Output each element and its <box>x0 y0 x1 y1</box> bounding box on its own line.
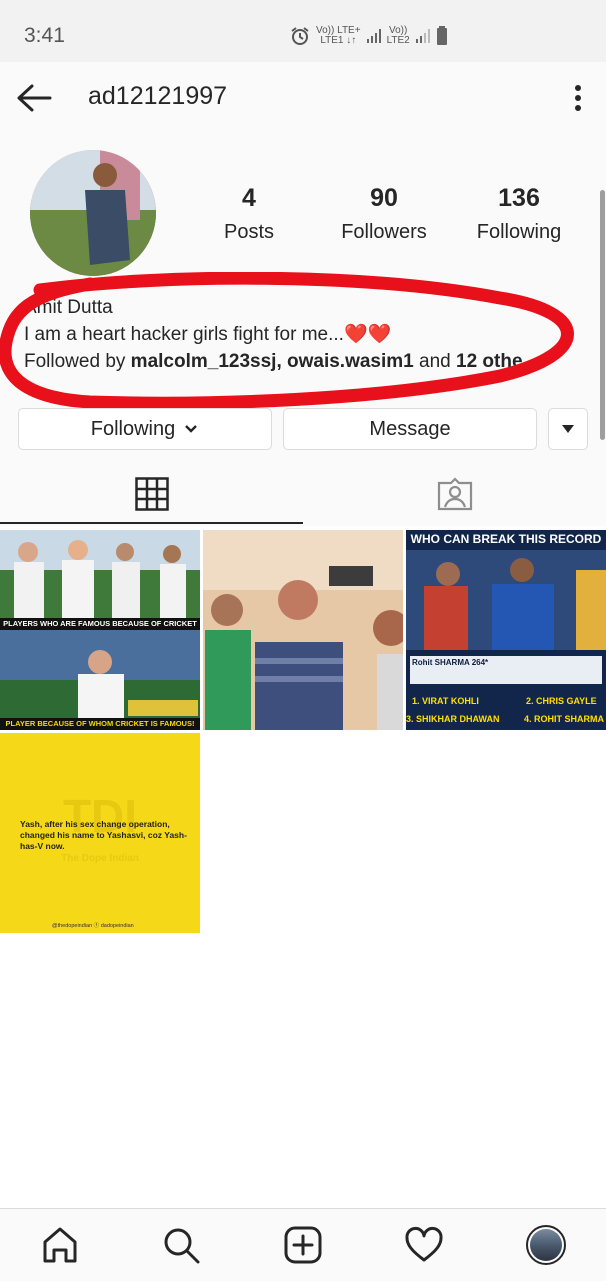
alarm-icon <box>291 27 309 45</box>
bio-text: I am a heart hacker girls fight for me..… <box>24 324 344 345</box>
profile-bio: Amit Dutta I am a heart hacker girls fig… <box>24 294 544 375</box>
post-thumbnail-3[interactable]: WHO CAN BREAK THIS RECORD Rohit SHARMA 2… <box>406 530 606 730</box>
post-1-bottom-caption: PLAYER BECAUSE OF WHOM CRICKET IS FAMOUS… <box>0 718 200 730</box>
avatar-photo <box>30 150 156 276</box>
battery-icon <box>436 26 447 45</box>
following-button[interactable]: Following <box>18 408 272 450</box>
posts-count: 4 <box>242 184 256 212</box>
profile-avatar-large[interactable] <box>30 150 156 276</box>
followers-count: 90 <box>370 184 398 212</box>
add-post-icon[interactable] <box>283 1225 323 1265</box>
profile-tabs <box>0 462 606 526</box>
tab-tagged[interactable] <box>303 462 606 526</box>
post-thumbnail-4[interactable]: TDI The Dope Indian Yash, after his sex … <box>0 733 200 933</box>
grid-icon <box>134 477 169 511</box>
scrollbar[interactable] <box>600 190 605 440</box>
followed-by-users[interactable]: malcolm_123ssj, owais.wasim1 <box>131 351 414 372</box>
profile-avatar[interactable] <box>526 1225 566 1265</box>
post-3-option-3: 3. SHIKHAR DHAWAN <box>406 714 500 724</box>
post-thumbnail-2[interactable] <box>203 530 403 730</box>
followed-by-prefix: Followed by <box>24 351 126 372</box>
page-title-username: ad12121997 <box>88 82 228 110</box>
post-3-option-2: 2. CHRIS GAYLE <box>526 696 597 706</box>
chevron-down-icon <box>185 425 198 433</box>
stat-following[interactable]: 136 Following <box>468 184 570 244</box>
profile-avatar-photo <box>530 1229 562 1261</box>
followed-by-and: and <box>419 351 451 372</box>
status-icons: Vo)) LTE+ LTE1 ↓↑ Vo)) LTE2 <box>290 26 448 46</box>
bio-line: I am a heart hacker girls fight for me..… <box>24 321 544 348</box>
post-1-top-caption: PLAYERS WHO ARE FAMOUS BECAUSE OF CRICKE… <box>0 618 200 630</box>
more-vert-icon[interactable] <box>564 82 592 114</box>
top-bar: ad12121997 <box>0 62 606 132</box>
active-tab-indicator <box>0 522 303 524</box>
message-button[interactable]: Message <box>283 408 537 450</box>
status-time: 3:41 <box>24 24 65 47</box>
search-icon[interactable] <box>161 1225 201 1265</box>
post-4-handles: @thedopeindian ⓕ dadopeindian <box>52 923 134 929</box>
status-bar: 3:41 Vo)) LTE+ LTE1 ↓↑ Vo)) LTE2 <box>0 0 606 62</box>
post-4-watermark-sub: The Dope Indian <box>61 853 139 864</box>
followed-by-line[interactable]: Followed by malcolm_123ssj, owais.wasim1… <box>24 348 544 375</box>
stat-posts[interactable]: 4 Posts <box>214 184 284 244</box>
profile-name: Amit Dutta <box>24 297 113 318</box>
followed-by-more[interactable]: 12 othe <box>456 351 523 372</box>
home-icon[interactable] <box>40 1225 80 1265</box>
following-count: 136 <box>498 184 540 212</box>
net2-sub: LTE2 <box>386 35 410 46</box>
post-3-option-4: 4. ROHIT SHARMA <box>524 714 605 724</box>
profile-header: 4 Posts 90 Followers 136 Following Amit … <box>0 132 606 526</box>
signal-icon-2 <box>415 29 430 43</box>
post-3-title: WHO CAN BREAK THIS RECORD <box>410 532 602 546</box>
message-button-label: Message <box>369 417 451 440</box>
heart-emoji: ❤️❤️ <box>343 324 392 345</box>
posts-label: Posts <box>223 221 275 243</box>
back-arrow-icon[interactable] <box>14 78 54 118</box>
post-thumbnail-1[interactable]: PLAYERS WHO ARE FAMOUS BECAUSE OF CRICKE… <box>0 530 200 730</box>
heart-icon[interactable] <box>404 1225 444 1265</box>
post-3-option-1: 1. VIRAT KOHLI <box>412 696 479 706</box>
post-1-image <box>0 530 200 730</box>
following-label: Following <box>476 221 562 243</box>
net1-sub: LTE1 ↓↑ <box>320 35 357 46</box>
post-4-text: Yash, after his sex change operation, ch… <box>20 819 187 851</box>
post-3-scorebar: Rohit SHARMA 264* <box>412 658 489 667</box>
stat-followers[interactable]: 90 Followers <box>334 184 434 244</box>
following-button-label: Following <box>90 417 176 440</box>
tab-grid[interactable] <box>0 462 303 526</box>
followers-label: Followers <box>341 221 427 243</box>
post-2-image <box>203 530 403 730</box>
caret-down-icon <box>562 425 574 433</box>
tagged-icon <box>437 477 472 511</box>
suggested-dropdown-button[interactable] <box>548 408 588 450</box>
signal-icon <box>366 29 381 43</box>
bottom-nav <box>0 1208 606 1281</box>
